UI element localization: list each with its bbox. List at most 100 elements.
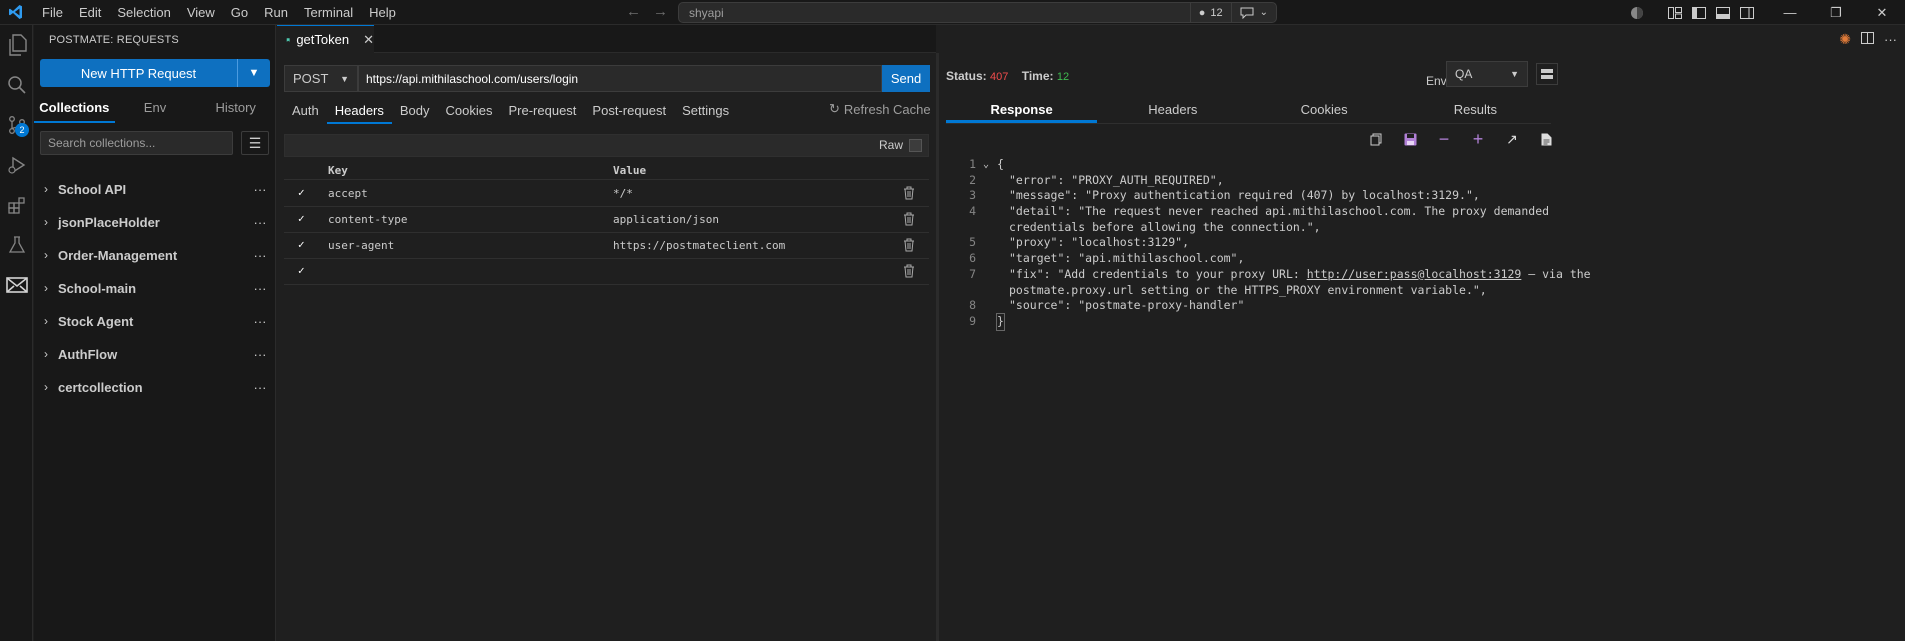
source-control-badge: 2 xyxy=(15,123,29,137)
collection-item[interactable]: › School API ··· xyxy=(44,178,270,200)
toggle-sidebar-icon[interactable] xyxy=(1687,0,1711,25)
env-select[interactable]: QA ▼ xyxy=(1446,61,1528,87)
line-number: 6 xyxy=(969,251,976,266)
postmate-icon[interactable] xyxy=(0,265,33,305)
trash-icon[interactable] xyxy=(903,238,915,252)
menu-file[interactable]: File xyxy=(34,0,71,25)
more-actions-icon[interactable]: ··· xyxy=(250,314,270,329)
collection-item[interactable]: › certcollection ··· xyxy=(44,376,270,398)
chat-button[interactable]: ⌄ xyxy=(1230,3,1276,22)
tab-results[interactable]: Results xyxy=(1400,100,1551,123)
testing-icon[interactable] xyxy=(0,225,33,265)
tab-response[interactable]: Response xyxy=(946,100,1098,123)
save-icon[interactable] xyxy=(1393,129,1427,149)
sparkle-icon[interactable]: ✺ xyxy=(1839,31,1851,48)
trash-icon[interactable] xyxy=(903,212,915,226)
more-actions-icon[interactable]: ··· xyxy=(250,182,270,197)
tab-gettoken[interactable]: getToken ✕ xyxy=(277,25,374,53)
document-icon[interactable] xyxy=(1529,129,1563,149)
toggle-secondary-sidebar-icon[interactable] xyxy=(1735,0,1759,25)
tab-env[interactable]: Env xyxy=(115,97,196,123)
header-key[interactable]: accept xyxy=(328,187,368,200)
row-checkbox[interactable]: ✓ xyxy=(298,187,310,199)
header-value[interactable]: */* xyxy=(613,187,633,200)
row-checkbox[interactable]: ✓ xyxy=(298,265,310,277)
collection-item[interactable]: › Stock Agent ··· xyxy=(44,310,270,332)
split-editor-icon[interactable] xyxy=(1861,31,1874,47)
tab-collections[interactable]: Collections xyxy=(34,97,115,123)
menu-go[interactable]: Go xyxy=(223,0,256,25)
close-window-button[interactable]: ✕ xyxy=(1859,0,1905,25)
more-actions-icon[interactable]: ··· xyxy=(1884,32,1897,47)
collection-item[interactable]: › School-main ··· xyxy=(44,277,270,299)
tab-auth[interactable]: Auth xyxy=(284,100,327,124)
forward-arrow-icon[interactable]: → xyxy=(653,3,668,20)
layout-toggle-button[interactable] xyxy=(1536,63,1558,85)
customize-layout-icon[interactable] xyxy=(1663,0,1687,25)
more-actions-icon[interactable]: ··· xyxy=(250,281,270,296)
tab-cookies[interactable]: Cookies xyxy=(438,100,501,124)
tab-history[interactable]: History xyxy=(195,97,276,123)
send-button[interactable]: Send xyxy=(882,65,930,92)
menu-run[interactable]: Run xyxy=(256,0,296,25)
expand-all-icon[interactable]: + xyxy=(1461,129,1495,149)
run-debug-icon[interactable] xyxy=(0,145,33,185)
tab-body[interactable]: Body xyxy=(392,100,438,124)
header-key[interactable]: user-agent xyxy=(328,239,394,252)
collapse-all-icon[interactable]: − xyxy=(1427,129,1461,149)
row-checkbox[interactable]: ✓ xyxy=(298,213,310,225)
trash-icon[interactable] xyxy=(903,186,915,200)
close-tab-icon[interactable]: ✕ xyxy=(363,32,374,48)
restore-button[interactable]: ❐ xyxy=(1813,0,1859,25)
tab-settings[interactable]: Settings xyxy=(674,100,737,124)
proxy-url-link[interactable]: http://user:pass@localhost:3129 xyxy=(1307,267,1522,281)
explorer-icon[interactable] xyxy=(0,25,33,65)
collection-item[interactable]: › Order-Management ··· xyxy=(44,244,270,266)
back-arrow-icon[interactable]: ← xyxy=(626,3,641,20)
collection-item[interactable]: › jsonPlaceHolder ··· xyxy=(44,211,270,233)
tab-headers[interactable]: Headers xyxy=(326,100,392,124)
header-value[interactable]: https://postmateclient.com xyxy=(613,239,785,252)
toggle-panel-icon[interactable] xyxy=(1711,0,1735,25)
extensions-icon[interactable] xyxy=(0,185,33,225)
collection-item[interactable]: › AuthFlow ··· xyxy=(44,343,270,365)
notification-badge[interactable]: ● 12 xyxy=(1189,3,1231,22)
title-bar: File Edit Selection View Go Run Terminal… xyxy=(0,0,1905,25)
copilot-icon[interactable] xyxy=(1625,0,1649,25)
dropdown-caret-icon[interactable]: ▼ xyxy=(237,59,270,87)
tab-response-headers[interactable]: Headers xyxy=(1097,100,1248,123)
menu-terminal[interactable]: Terminal xyxy=(296,0,361,25)
more-actions-icon[interactable]: ··· xyxy=(250,347,270,362)
source-control-icon[interactable]: 2 xyxy=(0,105,33,145)
search-collections-input[interactable]: Search collections... xyxy=(40,131,233,155)
raw-checkbox[interactable] xyxy=(909,138,922,152)
search-icon[interactable] xyxy=(0,65,33,105)
tab-response-cookies[interactable]: Cookies xyxy=(1249,100,1400,123)
minimize-button[interactable]: — xyxy=(1767,0,1813,25)
open-external-icon[interactable]: ↗ xyxy=(1495,129,1529,149)
menu-help[interactable]: Help xyxy=(361,0,404,25)
more-actions-icon[interactable]: ··· xyxy=(250,248,270,263)
header-value[interactable]: application/json xyxy=(613,213,719,226)
tab-pre-request[interactable]: Pre-request xyxy=(501,100,585,124)
copy-icon[interactable] xyxy=(1359,129,1393,149)
raw-toggle[interactable]: Raw xyxy=(879,138,922,152)
trash-icon[interactable] xyxy=(903,264,915,278)
row-checkbox[interactable]: ✓ xyxy=(298,239,310,251)
fold-chevron-icon[interactable]: ⌄ xyxy=(983,157,989,173)
method-select[interactable]: POST ▼ xyxy=(284,65,358,92)
header-key[interactable]: content-type xyxy=(328,213,407,226)
list-menu-icon[interactable]: ☰ xyxy=(241,131,269,155)
menu-selection[interactable]: Selection xyxy=(109,0,178,25)
new-http-request-button[interactable]: New HTTP Request ▼ xyxy=(40,59,270,87)
editor-tab-bar: getToken ✕ xyxy=(277,25,936,53)
menu-edit[interactable]: Edit xyxy=(71,0,109,25)
command-center-query: shyapi xyxy=(689,5,724,20)
more-actions-icon[interactable]: ··· xyxy=(250,380,270,395)
url-input[interactable]: https://api.mithilaschool.com/users/logi… xyxy=(358,65,882,92)
command-center[interactable]: shyapi ● 12 ⌄ xyxy=(678,2,1277,23)
menu-view[interactable]: View xyxy=(179,0,223,25)
tab-post-request[interactable]: Post-request xyxy=(584,100,674,124)
more-actions-icon[interactable]: ··· xyxy=(250,215,270,230)
refresh-cache-button[interactable]: ↻ Refresh Cache xyxy=(829,101,931,117)
